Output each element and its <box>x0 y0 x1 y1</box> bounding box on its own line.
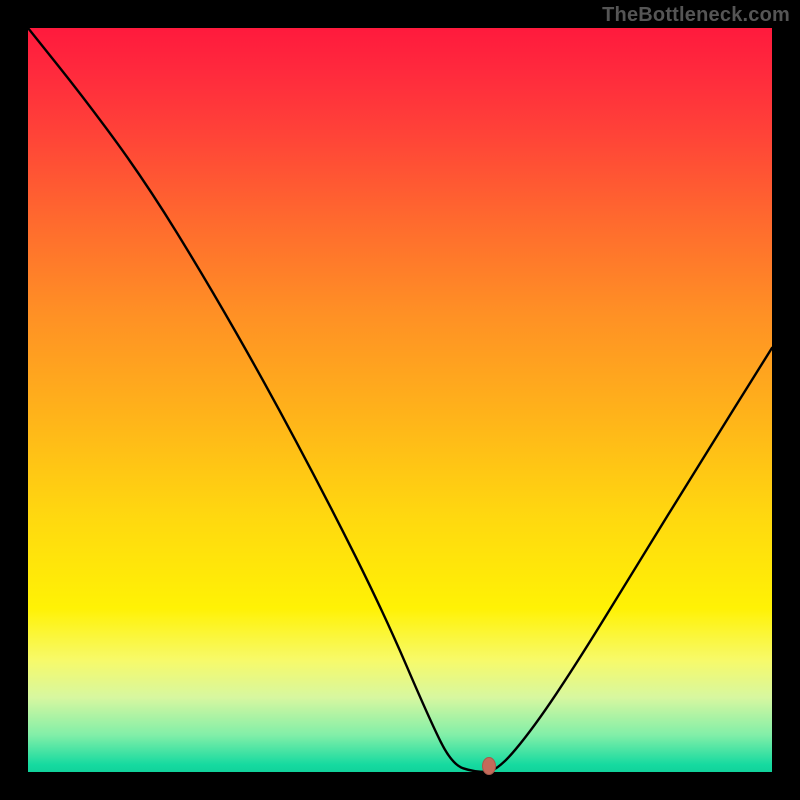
plot-area <box>28 28 772 772</box>
watermark-text: TheBottleneck.com <box>602 4 790 27</box>
bottleneck-curve-path <box>28 28 772 772</box>
optimal-marker <box>482 757 496 775</box>
curve-svg <box>28 28 772 772</box>
chart-stage: TheBottleneck.com <box>0 0 800 800</box>
